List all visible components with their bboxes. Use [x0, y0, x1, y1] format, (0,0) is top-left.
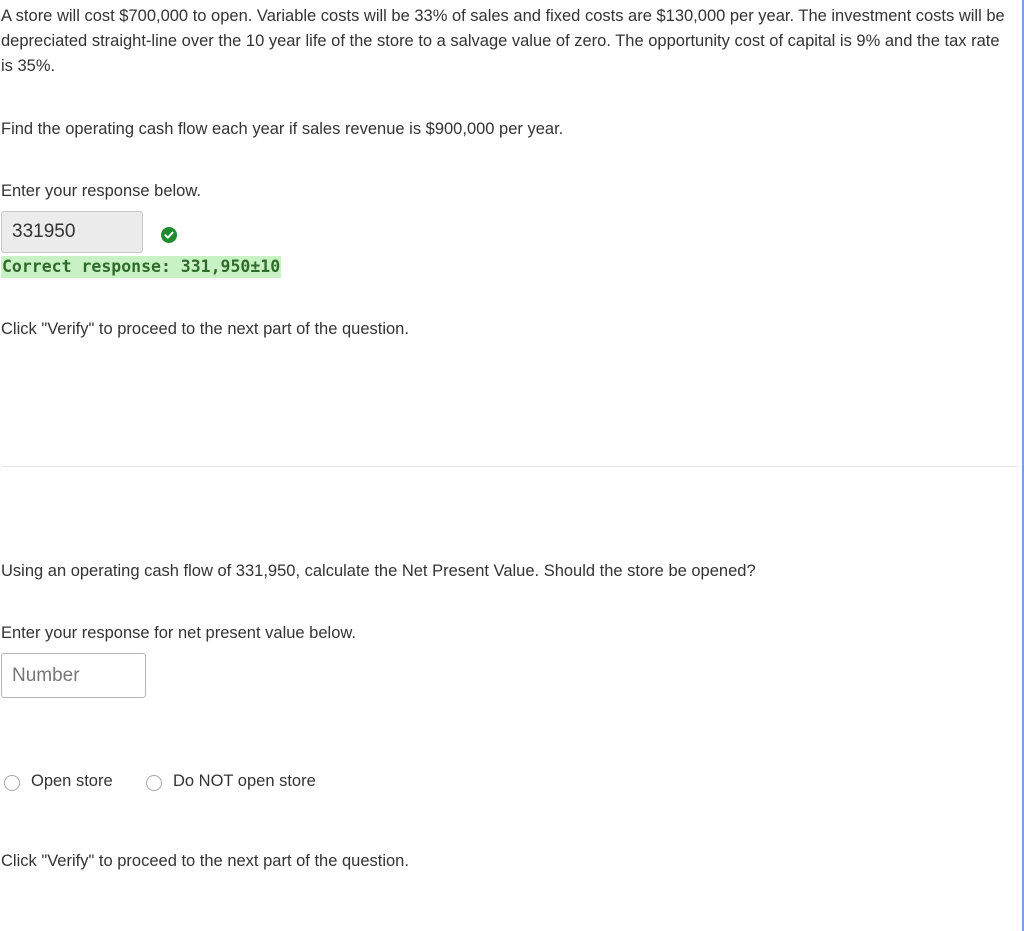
npv-number-input[interactable] [1, 653, 146, 698]
part1-prompt: Find the operating cash flow each year i… [1, 120, 564, 138]
check-circle-icon [161, 227, 177, 243]
radio-do-not-open-store[interactable]: Do NOT open store [146, 768, 316, 794]
part1-verify-note: Click "Verify" to proceed to the next pa… [1, 320, 409, 338]
part1-instruction: Enter your response below. [1, 182, 201, 200]
radio-label-do-not-open-store: Do NOT open store [173, 772, 316, 790]
correct-response-feedback: Correct response: 331,950±10 [1, 256, 282, 278]
radio-button-open-store[interactable] [4, 775, 20, 791]
part1-answer-field: 331950 [1, 211, 143, 253]
part2-instruction: Enter your response for net present valu… [1, 624, 356, 642]
radio-label-open-store: Open store [31, 772, 113, 790]
radio-button-do-not-open-store[interactable] [146, 775, 162, 791]
part2-prompt: Using an operating cash flow of 331,950,… [1, 562, 756, 580]
section-divider [2, 466, 1018, 467]
question-intro: A store will cost $700,000 to open. Vari… [1, 7, 1005, 75]
part2-verify-note: Click "Verify" to proceed to the next pa… [1, 852, 409, 870]
radio-open-store[interactable]: Open store [4, 768, 113, 794]
